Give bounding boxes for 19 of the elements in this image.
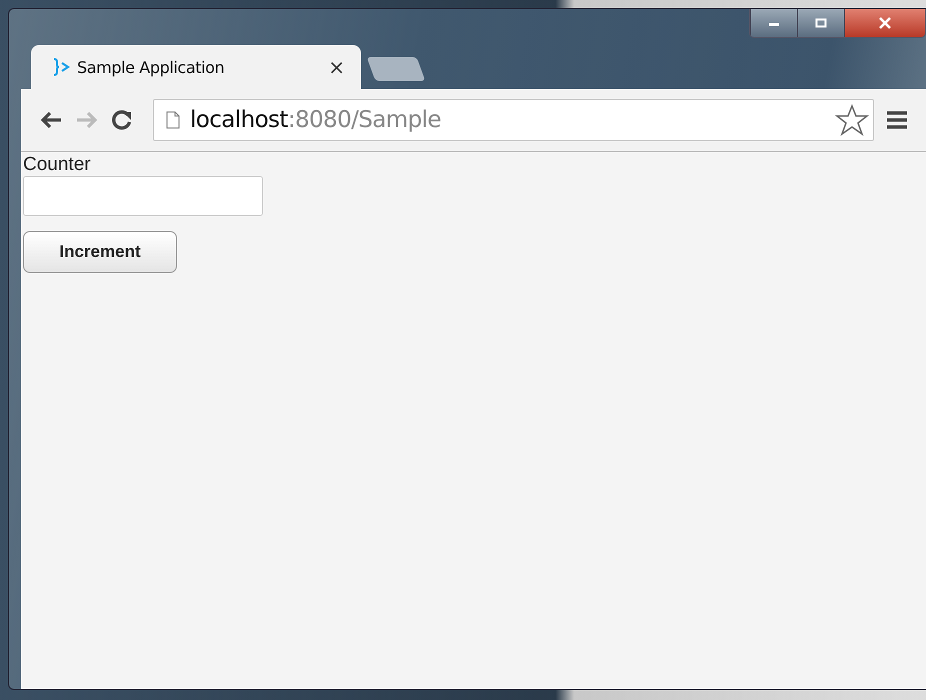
star-icon[interactable] xyxy=(835,104,869,136)
tab-close-button[interactable]: × xyxy=(328,55,345,79)
page-icon xyxy=(166,111,180,129)
browser-tab[interactable]: Sample Application × xyxy=(31,45,361,89)
increment-button[interactable]: Increment xyxy=(23,231,177,273)
field-label: Counter xyxy=(23,154,91,176)
maximize-button[interactable] xyxy=(797,9,844,37)
maximize-icon xyxy=(815,18,827,28)
close-icon xyxy=(878,17,892,29)
minimize-button[interactable] xyxy=(750,9,797,37)
menu-icon[interactable] xyxy=(886,110,908,130)
tab-title: Sample Application xyxy=(77,58,226,76)
back-icon[interactable] xyxy=(39,110,63,130)
address-bar[interactable]: localhost:8080/Sample xyxy=(153,99,874,141)
logo-icon xyxy=(51,57,71,77)
close-button[interactable] xyxy=(844,9,925,37)
reload-icon[interactable] xyxy=(111,109,133,131)
url-text: localhost:8080/Sample xyxy=(190,107,442,133)
counter-field[interactable] xyxy=(23,176,263,216)
